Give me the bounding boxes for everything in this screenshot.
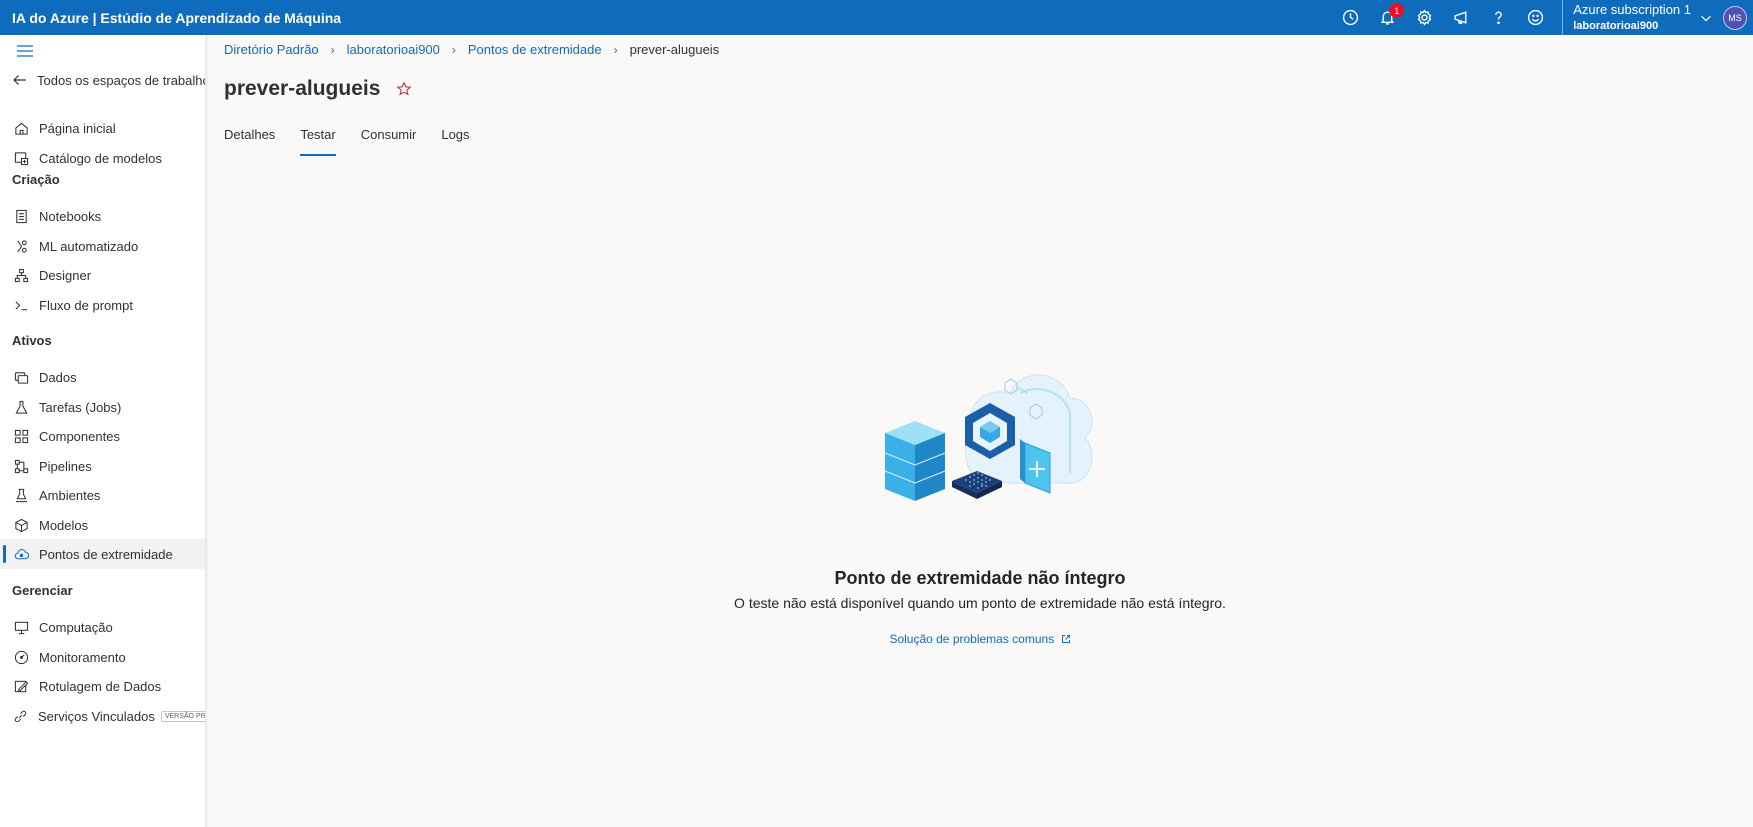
sidebar-item-linked-services[interactable]: Serviços Vinculados VERSÃO PRÉVIA [0, 701, 205, 731]
workspace-name: laboratorioai900 [1573, 19, 1659, 32]
pipeline-icon [13, 458, 29, 474]
megaphone-icon[interactable] [1443, 0, 1480, 35]
top-bar: IA do Azure | Estúdio de Aprendizado de … [0, 0, 1753, 35]
chevron-right-icon: › [451, 42, 456, 57]
sidebar-item-data-labeling[interactable]: Rotulagem de Dados [0, 671, 205, 701]
sidebar-item-label: Tarefas (Jobs) [39, 399, 122, 415]
flask-icon [13, 399, 29, 415]
gear-icon[interactable] [1406, 0, 1443, 35]
home-icon [13, 120, 29, 136]
compute-icon [13, 619, 29, 635]
breadcrumb-current: prever-alugueis [629, 42, 720, 57]
sidebar-item-label: Dados [39, 369, 77, 385]
tab-bar: Detalhes Testar Consumir Logs [224, 127, 495, 157]
sidebar-item-model-catalog[interactable]: Catálogo de modelos [0, 143, 205, 173]
notebook-icon [13, 208, 29, 224]
sidebar-item-label: Pontos de extremidade [39, 546, 173, 562]
hamburger-menu-icon[interactable] [16, 44, 34, 58]
sidebar-item-label: Fluxo de prompt [39, 297, 133, 313]
breadcrumb: Diretório Padrão › laboratorioai900 › Po… [224, 42, 719, 57]
monitor-icon [13, 649, 29, 665]
sidebar-item-label: Computação [39, 619, 113, 635]
sidebar-item-compute[interactable]: Computação [0, 612, 205, 642]
breadcrumb-directory[interactable]: Diretório Padrão [224, 42, 319, 57]
main-content: Diretório Padrão › laboratorioai900 › Po… [205, 35, 1753, 827]
arrow-left-icon [13, 75, 26, 85]
unhealthy-endpoint-illustration [884, 374, 1093, 501]
account-switcher[interactable]: Azure subscription 1 laboratorioai900 [1562, 0, 1691, 35]
smiley-icon[interactable] [1517, 0, 1554, 35]
sidebar-item-label: ML automatizado [39, 238, 139, 254]
avatar[interactable]: MS [1723, 5, 1747, 30]
sidebar-item-label: Monitoramento [39, 649, 126, 665]
chevron-right-icon: › [330, 42, 335, 57]
notification-badge: 1 [1389, 3, 1405, 18]
sidebar-item-designer[interactable]: Designer [0, 260, 205, 290]
page-title: prever-alugueis [224, 77, 381, 100]
preview-badge: VERSÃO PRÉVIA [160, 710, 205, 722]
external-link-icon [1061, 635, 1070, 643]
sidebar-item-home[interactable]: Página inicial [0, 113, 205, 143]
prompt-icon [13, 297, 29, 313]
sidebar-item-label: Notebooks [39, 208, 102, 224]
sidebar-item-label: Modelos [39, 517, 89, 533]
labeling-icon [13, 678, 29, 694]
sidebar: Todos os espaços de trabalho Página inic… [0, 35, 205, 827]
clock-icon[interactable] [1332, 0, 1369, 35]
sidebar-item-environments[interactable]: Ambientes [0, 480, 205, 510]
tab-logs[interactable]: Logs [441, 127, 469, 157]
sidebar-item-label: Componentes [39, 428, 120, 444]
sidebar-item-monitoring[interactable]: Monitoramento [0, 642, 205, 672]
sidebar-item-data[interactable]: Dados [0, 362, 205, 392]
breadcrumb-workspace[interactable]: laboratorioai900 [347, 42, 440, 57]
sidebar-item-prompt-flow[interactable]: Fluxo de prompt [0, 290, 205, 320]
section-criacao: Criação [12, 172, 60, 187]
empty-state-title: Ponto de extremidade não íntegro [834, 568, 1126, 588]
page-title-row: prever-alugueis [224, 77, 412, 101]
sidebar-item-models[interactable]: Modelos [0, 510, 205, 540]
model-icon [13, 517, 29, 533]
tab-test[interactable]: Testar [300, 127, 337, 157]
catalog-icon [13, 150, 29, 166]
link-icon [13, 708, 28, 724]
sidebar-item-notebooks[interactable]: Notebooks [0, 201, 205, 231]
environment-icon [13, 487, 29, 503]
chevron-right-icon: › [613, 42, 618, 57]
sidebar-item-label: Catálogo de modelos [39, 150, 162, 166]
chevron-down-icon[interactable] [1691, 0, 1721, 35]
troubleshooting-link-label: Solução de problemas comuns [889, 632, 1055, 646]
sidebar-item-label: Designer [39, 267, 92, 283]
designer-icon [13, 267, 29, 283]
bell-icon[interactable]: 1 [1369, 0, 1406, 35]
star-favorite-icon[interactable] [396, 81, 412, 97]
endpoint-icon [13, 546, 29, 562]
sidebar-item-pipelines[interactable]: Pipelines [0, 451, 205, 481]
section-ativos: Ativos [12, 333, 52, 348]
sidebar-item-label: Serviços Vinculados [38, 708, 155, 724]
data-icon [13, 369, 29, 385]
back-to-workspaces[interactable]: Todos os espaços de trabalho [12, 72, 205, 88]
breadcrumb-endpoints[interactable]: Pontos de extremidade [468, 42, 602, 57]
components-icon [13, 428, 29, 444]
section-gerenciar: Gerenciar [12, 583, 73, 598]
help-icon[interactable] [1480, 0, 1517, 35]
sidebar-item-label: Pipelines [39, 458, 92, 474]
empty-state-description: O teste não está disponível quando um po… [734, 595, 1226, 611]
sidebar-item-label: Página inicial [39, 120, 116, 136]
troubleshooting-link[interactable]: Solução de problemas comuns [205, 632, 1753, 646]
sidebar-item-jobs[interactable]: Tarefas (Jobs) [0, 392, 205, 422]
tab-details[interactable]: Detalhes [224, 127, 275, 157]
sidebar-item-endpoints[interactable]: Pontos de extremidade [0, 539, 205, 569]
subscription-name: Azure subscription 1 [1573, 1, 1691, 17]
tab-consume[interactable]: Consumir [361, 127, 417, 157]
automl-icon [13, 238, 29, 254]
sidebar-item-components[interactable]: Componentes [0, 421, 205, 451]
sidebar-item-automl[interactable]: ML automatizado [0, 231, 205, 261]
sidebar-item-label: Rotulagem de Dados [39, 678, 162, 694]
back-label: Todos os espaços de trabalho [37, 72, 205, 88]
top-bar-actions: 1 Azure subscription 1 laboratorioai900 … [1332, 0, 1753, 35]
app-title[interactable]: IA do Azure | Estúdio de Aprendizado de … [0, 10, 341, 26]
sidebar-item-label: Ambientes [39, 487, 101, 503]
